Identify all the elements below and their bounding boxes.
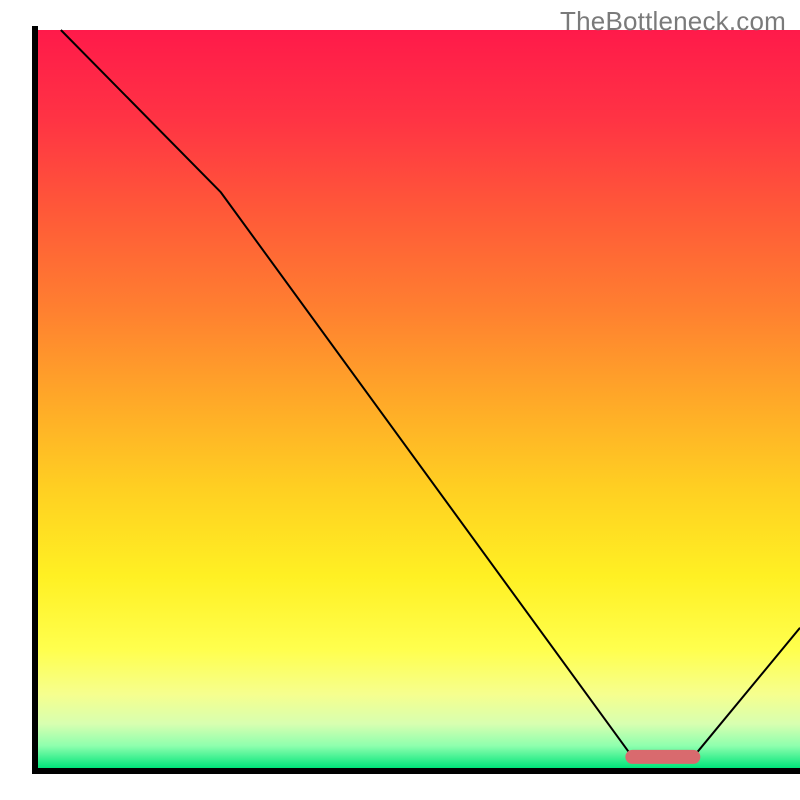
plot-background	[38, 30, 800, 768]
bottleneck-chart	[0, 0, 800, 800]
optimal-marker	[625, 750, 700, 764]
chart-container: TheBottleneck.com	[0, 0, 800, 800]
watermark-text: TheBottleneck.com	[560, 6, 786, 37]
